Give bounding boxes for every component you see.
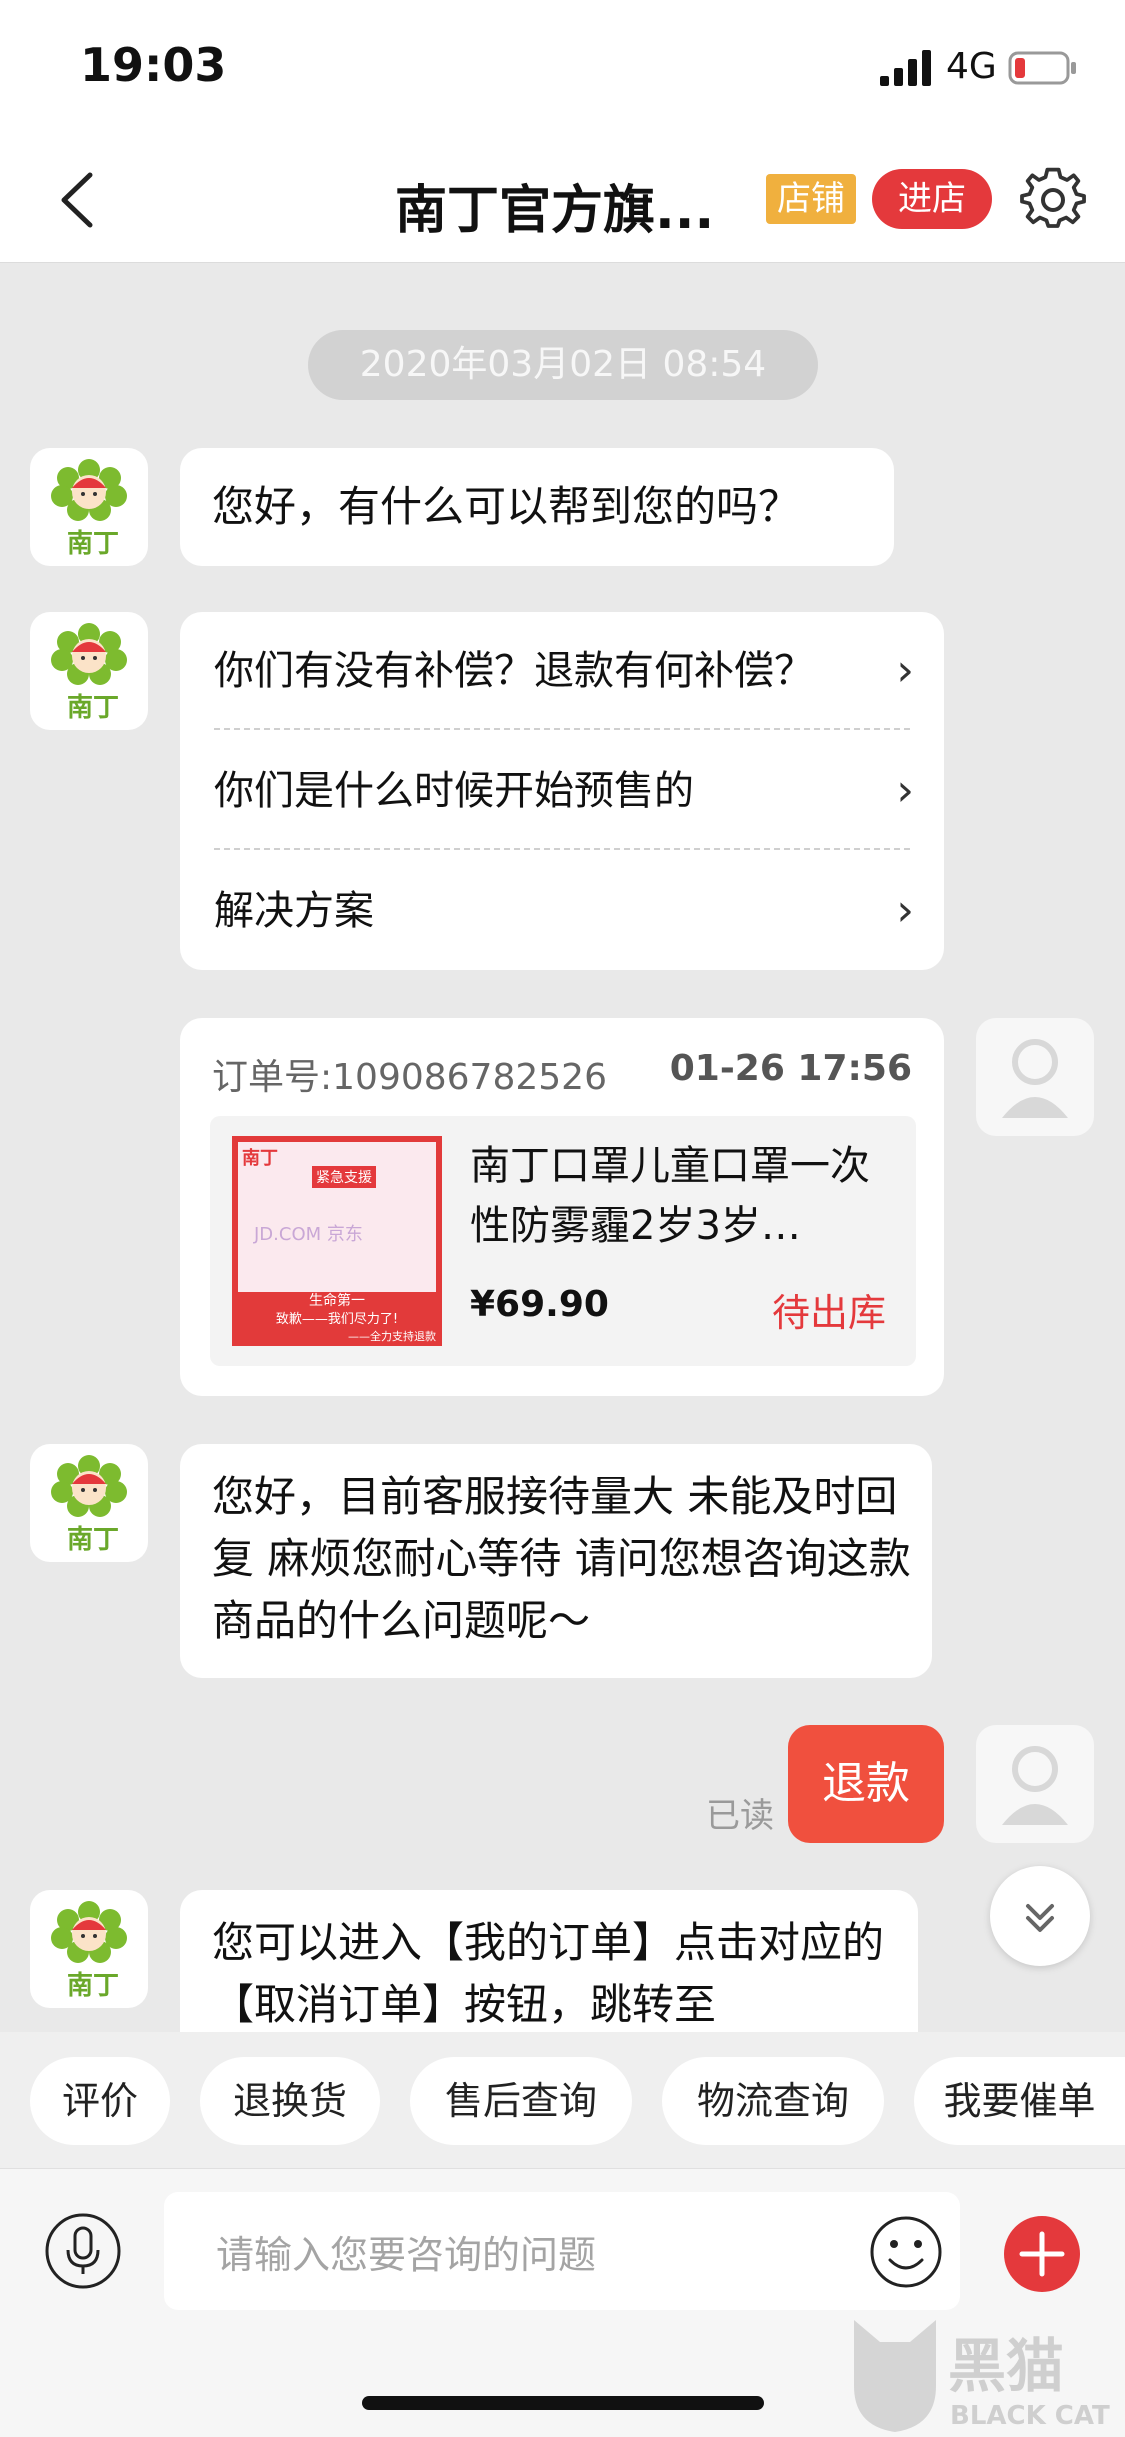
faq-item-solution[interactable]: 解决方案 › [214, 856, 914, 966]
home-indicator [362, 2396, 764, 2410]
message-text: 您好，目前客服接待量大 未能及时回复 麻烦您耐心等待 请问您想咨询这款商品的什么… [212, 1472, 911, 1645]
user-avatar[interactable] [976, 1725, 1094, 1843]
message-input-placeholder: 请输入您要咨询的问题 [216, 2233, 597, 2277]
faq-item-compensation[interactable]: 你们有没有补偿？退款有何补偿？ › [214, 616, 914, 726]
signal-icon [880, 50, 931, 86]
nanding-logo-icon: 南丁 [51, 1901, 127, 2001]
user-placeholder-icon [1002, 1746, 1068, 1825]
svg-text:南丁: 南丁 [67, 1525, 119, 1555]
merchant-avatar[interactable]: 南丁 [30, 1890, 148, 2008]
merchant-avatar[interactable]: 南丁 [30, 1444, 148, 1562]
message-text: 您好，有什么可以帮到您的吗？ [212, 482, 801, 531]
faq-item-label: 你们有没有补偿？退款有何补偿？ [214, 648, 814, 694]
merchant-message-instructions: 您可以进入【我的订单】点击对应的【取消订单】按钮，跳转至 [180, 1890, 918, 2032]
svg-text:南丁: 南丁 [67, 693, 119, 723]
svg-text:BLACK CAT: BLACK CAT [950, 2401, 1110, 2431]
faq-item-presale[interactable]: 你们是什么时候开始预售的 › [214, 736, 914, 846]
product-image: 南丁 紧急支援 JD.COM 京东 生命第一 致歉——我们尽力了! ——全力支持… [232, 1136, 442, 1346]
user-placeholder-icon [1002, 1039, 1068, 1118]
back-icon[interactable] [50, 165, 110, 235]
merchant-message-greeting: 您好，有什么可以帮到您的吗？ [180, 448, 894, 566]
merchant-message-busy: 您好，目前客服接待量大 未能及时回复 麻烦您耐心等待 请问您想咨询这款商品的什么… [180, 1444, 932, 1678]
chevron-right-icon: › [896, 645, 914, 696]
faq-menu-card: 你们有没有补偿？退款有何补偿？ › 你们是什么时候开始预售的 › 解决方案 › [180, 612, 944, 970]
quick-action-aftersale[interactable]: 售后查询 [410, 2057, 632, 2145]
nanding-logo-icon: 南丁 [51, 623, 127, 723]
battery-icon [1008, 51, 1076, 85]
microphone-icon[interactable] [44, 2212, 122, 2290]
quick-action-return-exchange[interactable]: 退换货 [200, 2057, 380, 2145]
order-product[interactable]: 南丁 紧急支援 JD.COM 京东 生命第一 致歉——我们尽力了! ——全力支持… [210, 1116, 916, 1366]
divider [214, 848, 910, 850]
merchant-avatar[interactable]: 南丁 [30, 612, 148, 730]
order-time: 01-26 17:56 [669, 1048, 912, 1089]
enter-store-button[interactable]: 进店 [872, 169, 992, 229]
plus-icon[interactable] [1002, 2214, 1082, 2294]
order-card[interactable]: 订单号:109086782526 01-26 17:56 南丁 紧急支援 JD.… [180, 1018, 944, 1396]
order-status: 待出库 [771, 1291, 886, 1335]
shop-title: 南丁官方旗... [395, 181, 715, 241]
nanding-logo-icon: 南丁 [51, 1455, 127, 1555]
svg-text:黑猫: 黑猫 [948, 2332, 1064, 2400]
nanding-logo-icon: 南丁 [51, 459, 127, 559]
svg-text:南丁: 南丁 [67, 529, 119, 559]
order-number: 订单号:109086782526 [212, 1057, 607, 1098]
gear-icon[interactable] [1020, 167, 1086, 233]
quick-action-logistics[interactable]: 物流查询 [662, 2057, 884, 2145]
merchant-avatar[interactable]: 南丁 [30, 448, 148, 566]
divider [214, 728, 910, 730]
chevron-right-icon: › [896, 885, 914, 936]
message-text: 您可以进入【我的订单】点击对应的【取消订单】按钮，跳转至 [212, 1918, 885, 2029]
emoji-icon[interactable] [868, 2214, 944, 2290]
product-name: 南丁口罩儿童口罩一次性防雾霾2岁3岁… [470, 1143, 870, 1249]
user-message-refund: 退款 [788, 1725, 944, 1843]
quick-action-urge[interactable]: 我要催单 [914, 2057, 1125, 2145]
network-type: 4G [946, 46, 997, 87]
product-price: ¥69.90 [470, 1284, 609, 1325]
faq-item-label: 解决方案 [214, 888, 374, 934]
faq-item-label: 你们是什么时候开始预售的 [214, 768, 694, 814]
status-time: 19:03 [80, 38, 227, 92]
quick-action-review[interactable]: 评价 [30, 2057, 170, 2145]
user-avatar[interactable] [976, 1018, 1094, 1136]
svg-text:南丁: 南丁 [67, 1971, 119, 2001]
read-receipt: 已读 [706, 1796, 774, 1836]
chat-timestamp: 2020年03月02日 08:54 [308, 330, 818, 400]
black-cat-watermark: 黑猫 BLACK CAT [854, 2320, 1110, 2432]
scroll-down-icon[interactable] [990, 1866, 1090, 1966]
shop-badge: 店铺 [766, 174, 856, 224]
chevron-right-icon: › [896, 765, 914, 816]
